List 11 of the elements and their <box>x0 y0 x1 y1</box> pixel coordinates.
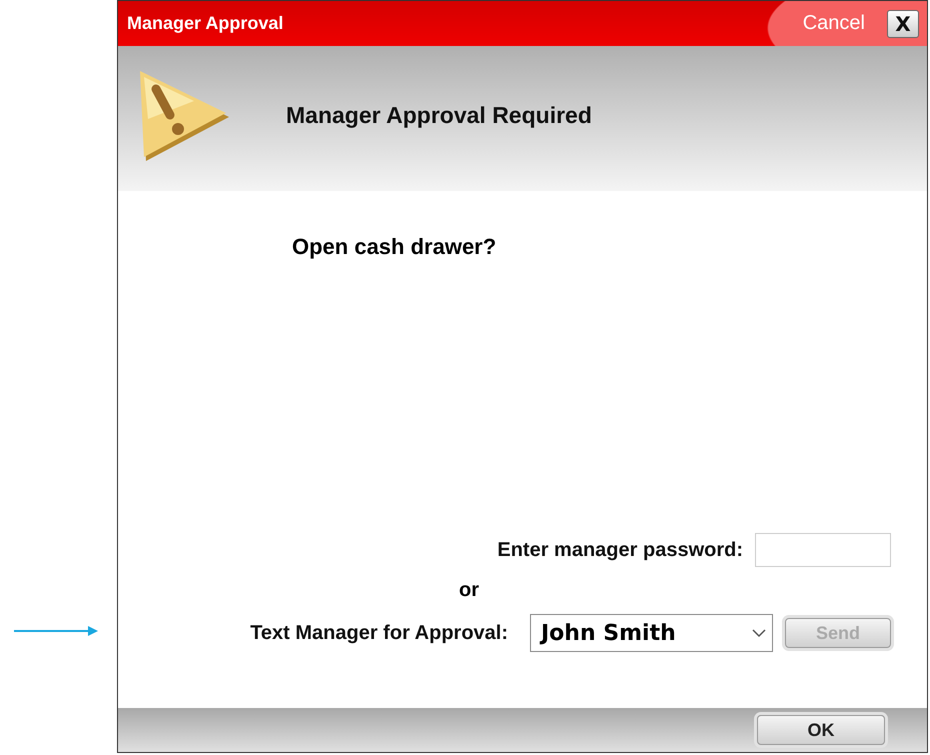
text-manager-label: Text Manager for Approval: <box>250 622 508 644</box>
window-title: Manager Approval <box>127 13 284 34</box>
manager-dropdown[interactable]: John Smith <box>530 614 773 652</box>
close-button[interactable]: X <box>887 10 919 38</box>
message-text: Open cash drawer? <box>292 234 496 260</box>
password-label: Enter manager password: <box>497 538 743 562</box>
password-field[interactable] <box>755 533 891 567</box>
or-text: or <box>459 579 479 602</box>
ok-button[interactable]: OK <box>757 715 885 745</box>
header-title: Manager Approval Required <box>286 102 592 129</box>
chevron-down-icon <box>752 628 766 638</box>
